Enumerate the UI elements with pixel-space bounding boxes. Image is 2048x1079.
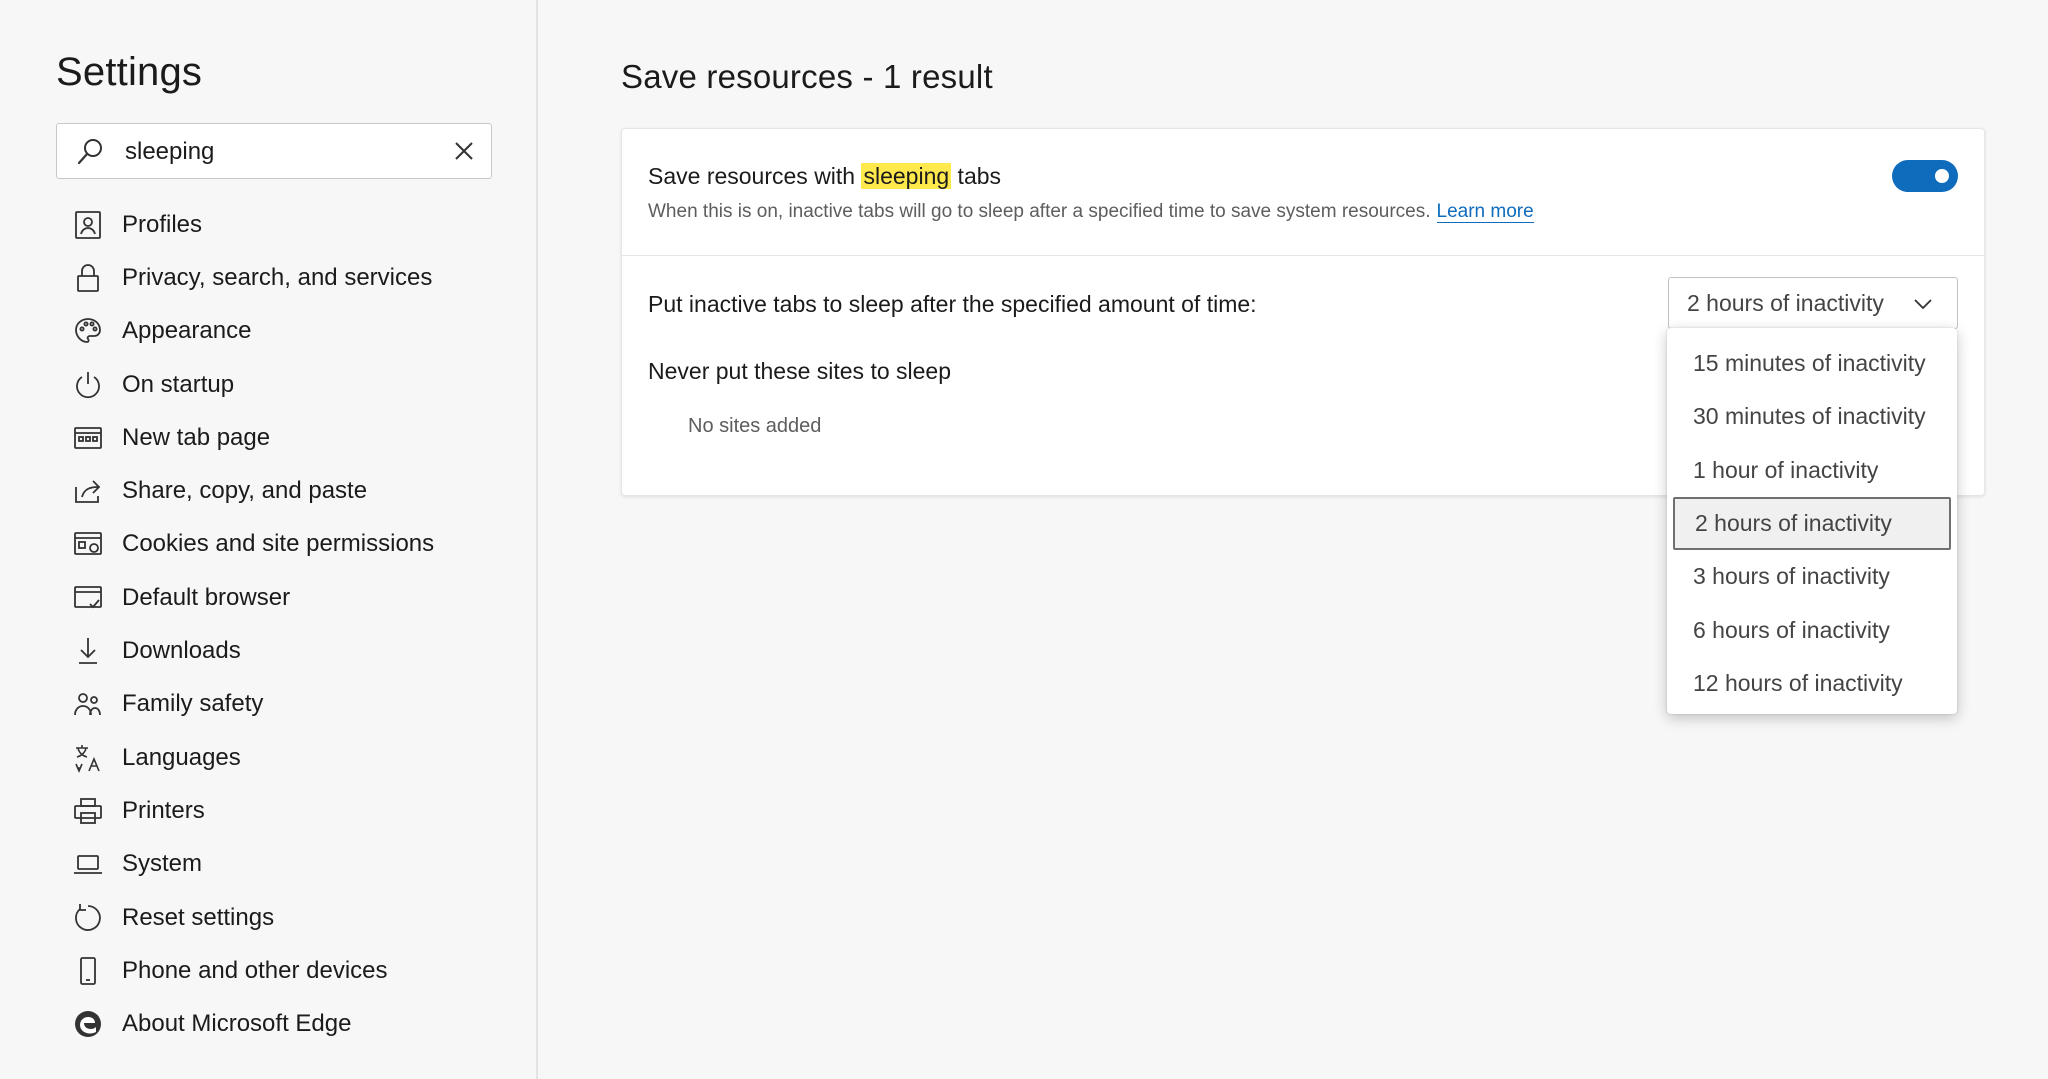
sidebar-item-new-tab-page[interactable]: New tab page — [56, 411, 526, 464]
edge-logo-icon — [75, 1011, 101, 1038]
new-tab-icon — [74, 426, 102, 449]
sidebar-item-label: Privacy, search, and services — [122, 263, 433, 291]
search-value: sleeping — [125, 138, 215, 165]
sleeping-tabs-description: When this is on, inactive tabs will go t… — [648, 201, 1534, 223]
reset-icon — [75, 903, 101, 931]
dropdown-option[interactable]: 12 hours of inactivity — [1667, 657, 1957, 710]
sidebar-item-system[interactable]: System — [56, 838, 526, 891]
share-icon — [75, 480, 101, 504]
sidebar: Settings sleeping Profiles Privacy, sear… — [0, 0, 538, 1079]
sidebar-item-label: About Microsoft Edge — [122, 1010, 352, 1038]
palette-icon — [75, 318, 101, 344]
sidebar-item-cookies[interactable]: Cookies and site permissions — [56, 518, 526, 571]
sidebar-item-share[interactable]: Share, copy, and paste — [56, 464, 526, 517]
dropdown-option[interactable]: 30 minutes of inactivity — [1667, 390, 1957, 443]
sleeping-tabs-toggle[interactable] — [1892, 160, 1958, 192]
learn-more-link[interactable]: Learn more — [1436, 201, 1534, 223]
language-icon — [75, 744, 100, 773]
settings-title: Settings — [56, 50, 203, 94]
sidebar-item-label: Reset settings — [122, 903, 275, 931]
search-highlight: sleeping — [861, 163, 952, 189]
sidebar-item-privacy[interactable]: Privacy, search, and services — [56, 251, 526, 304]
sidebar-item-label: On startup — [122, 370, 235, 398]
sleeping-tabs-title: Save resources with sleeping tabs — [648, 163, 1001, 190]
description-text: When this is on, inactive tabs will go t… — [648, 201, 1431, 222]
dropdown-option-selected[interactable]: 2 hours of inactivity — [1673, 496, 1951, 551]
phone-icon — [80, 956, 96, 985]
sidebar-item-about[interactable]: About Microsoft Edge — [56, 997, 526, 1050]
download-icon — [79, 638, 97, 664]
sidebar-item-printers[interactable]: Printers — [56, 784, 526, 837]
sidebar-item-label: Printers — [122, 796, 205, 824]
select-value: 2 hours of inactivity — [1687, 290, 1884, 316]
sidebar-item-default-browser[interactable]: Default browser — [56, 571, 526, 624]
page-title: Save resources - 1 result — [621, 58, 993, 95]
sidebar-item-label: Appearance — [122, 317, 252, 345]
title-text: Save resources with — [648, 163, 862, 189]
sidebar-item-label: New tab page — [122, 423, 271, 451]
dropdown-option[interactable]: 6 hours of inactivity — [1667, 603, 1957, 656]
close-icon[interactable] — [451, 138, 477, 164]
sleep-after-select[interactable]: 2 hours of inactivity — [1668, 277, 1958, 329]
dropdown-option[interactable]: 3 hours of inactivity — [1667, 550, 1957, 603]
sidebar-item-on-startup[interactable]: On startup — [56, 358, 526, 411]
printer-icon — [74, 798, 102, 824]
sidebar-item-languages[interactable]: Languages — [56, 731, 526, 784]
lock-icon — [77, 264, 99, 292]
sidebar-item-label: System — [122, 850, 203, 878]
no-sites-text: No sites added — [688, 415, 822, 437]
sidebar-item-label: Profiles — [122, 210, 203, 238]
divider — [622, 255, 1984, 256]
sidebar-item-label: Family safety — [122, 690, 264, 718]
cookies-icon — [74, 532, 102, 556]
power-icon — [76, 371, 100, 398]
sleep-after-dropdown: 15 minutes of inactivity 30 minutes of i… — [1667, 328, 1957, 714]
sidebar-item-label: Downloads — [122, 637, 241, 665]
sidebar-item-label: Phone and other devices — [122, 956, 388, 984]
sidebar-item-label: Default browser — [122, 583, 291, 611]
dropdown-option[interactable]: 1 hour of inactivity — [1667, 444, 1957, 497]
family-icon — [74, 693, 101, 716]
sidebar-item-family-safety[interactable]: Family safety — [56, 678, 526, 731]
toggle-knob — [1935, 169, 1949, 183]
laptop-icon — [74, 855, 102, 875]
sidebar-item-profiles[interactable]: Profiles — [56, 198, 526, 251]
browser-icon — [74, 585, 102, 609]
sidebar-item-label: Cookies and site permissions — [122, 530, 435, 558]
search-icon — [77, 139, 102, 165]
sidebar-item-label: Languages — [122, 743, 241, 771]
never-sleep-label: Never put these sites to sleep — [648, 358, 951, 384]
title-text: tabs — [951, 163, 1002, 189]
search-input[interactable]: sleeping — [56, 123, 492, 179]
sidebar-item-phone[interactable]: Phone and other devices — [56, 944, 526, 997]
profile-icon — [75, 210, 101, 239]
settings-nav: Profiles Privacy, search, and services A… — [56, 198, 526, 1051]
sidebar-item-label: Share, copy, and paste — [122, 477, 368, 505]
dropdown-option[interactable]: 15 minutes of inactivity — [1667, 337, 1957, 390]
sleep-after-label: Put inactive tabs to sleep after the spe… — [648, 291, 1257, 317]
chevron-down-icon — [1914, 299, 1932, 310]
sidebar-item-reset-settings[interactable]: Reset settings — [56, 891, 526, 944]
sidebar-item-downloads[interactable]: Downloads — [56, 624, 526, 677]
sidebar-item-appearance[interactable]: Appearance — [56, 305, 526, 358]
